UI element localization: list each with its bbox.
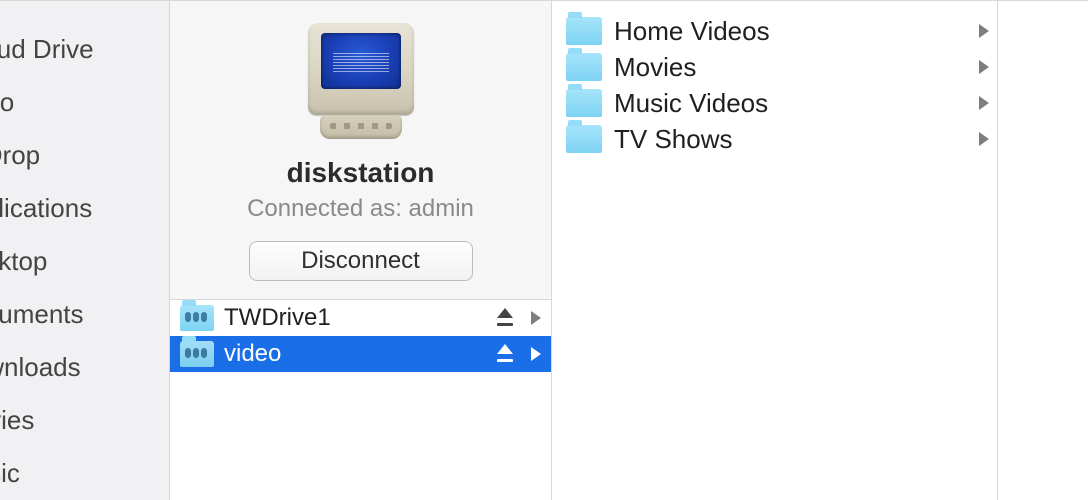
share-row-video[interactable]: video xyxy=(170,336,551,372)
server-status: Connected as: admin xyxy=(247,195,474,223)
sidebar-item-downloads[interactable]: Downloads xyxy=(0,341,169,394)
chevron-right-icon xyxy=(979,24,989,38)
sidebar-item-label: Music xyxy=(0,458,20,489)
next-column xyxy=(998,1,1088,500)
eject-icon[interactable] xyxy=(495,344,515,364)
share-list: TWDrive1 video xyxy=(170,300,551,500)
server-column: diskstation Connected as: admin Disconne… xyxy=(170,1,552,500)
finder-sidebar: iCloud Drive Undo AirDrop Applications D… xyxy=(0,1,170,500)
folder-icon xyxy=(566,53,602,81)
folder-label: Music Videos xyxy=(614,88,967,119)
sidebar-item-label: Movies xyxy=(0,405,34,436)
folder-label: Home Videos xyxy=(614,16,967,47)
sidebar-item-label: Downloads xyxy=(0,352,81,383)
sidebar-item-documents[interactable]: Documents xyxy=(0,288,169,341)
disconnect-button[interactable]: Disconnect xyxy=(249,241,473,281)
eject-icon[interactable] xyxy=(495,308,515,328)
share-label: TWDrive1 xyxy=(224,304,485,332)
sidebar-item-music[interactable]: Music xyxy=(0,447,169,500)
server-name: diskstation xyxy=(287,157,435,189)
folder-column: Home Videos Movies Music Videos TV Shows xyxy=(552,1,998,500)
share-folder-icon xyxy=(180,305,214,331)
sidebar-item-label: AirDrop xyxy=(0,140,40,171)
sidebar-item-applications[interactable]: Applications xyxy=(0,182,169,235)
folder-row-music-videos[interactable]: Music Videos xyxy=(566,85,989,121)
sidebar-item-undo[interactable]: Undo xyxy=(0,76,169,129)
sidebar-item-label: Desktop xyxy=(0,246,47,277)
chevron-right-icon xyxy=(531,347,541,361)
share-folder-icon xyxy=(180,341,214,367)
chevron-right-icon xyxy=(979,60,989,74)
sidebar-item-airdrop[interactable]: AirDrop xyxy=(0,129,169,182)
sidebar-item-label: Applications xyxy=(0,193,92,224)
folder-row-movies[interactable]: Movies xyxy=(566,49,989,85)
chevron-right-icon xyxy=(531,311,541,325)
chevron-right-icon xyxy=(979,132,989,146)
sidebar-item-icloud-drive[interactable]: iCloud Drive xyxy=(0,23,169,76)
chevron-right-icon xyxy=(979,96,989,110)
folder-row-tv-shows[interactable]: TV Shows xyxy=(566,121,989,157)
sidebar-item-label: Undo xyxy=(0,87,14,118)
sidebar-item-movies[interactable]: Movies xyxy=(0,394,169,447)
server-header: diskstation Connected as: admin Disconne… xyxy=(170,1,551,300)
network-server-icon xyxy=(296,23,426,143)
share-label: video xyxy=(224,340,485,368)
sidebar-item-desktop[interactable]: Desktop xyxy=(0,235,169,288)
folder-label: Movies xyxy=(614,52,967,83)
share-row-twdrive1[interactable]: TWDrive1 xyxy=(170,300,551,336)
sidebar-item-label: iCloud Drive xyxy=(0,34,94,65)
folder-label: TV Shows xyxy=(614,124,967,155)
folder-icon xyxy=(566,89,602,117)
folder-icon xyxy=(566,125,602,153)
folder-icon xyxy=(566,17,602,45)
folder-row-home-videos[interactable]: Home Videos xyxy=(566,13,989,49)
sidebar-item-label: Documents xyxy=(0,299,84,330)
